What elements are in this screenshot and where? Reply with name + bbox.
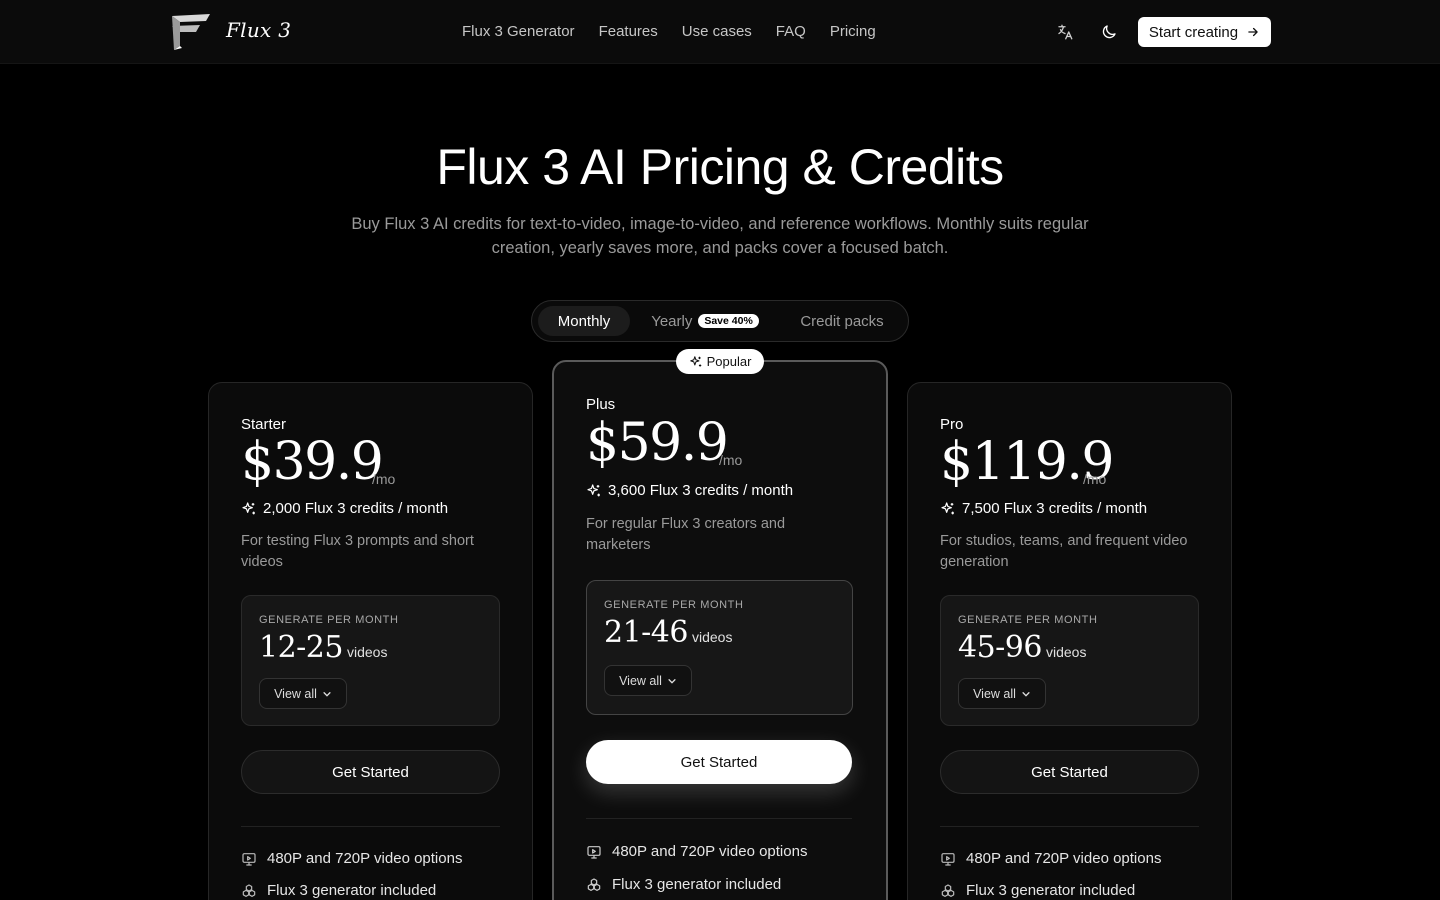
tab-monthly-label: Monthly	[557, 312, 611, 330]
view-all-label: View all	[973, 686, 1016, 701]
feature-text: Flux 3 generator included	[267, 882, 437, 899]
generate-label: GENERATE PER MONTH	[259, 614, 399, 626]
plan-price: $39.9	[241, 432, 384, 492]
tab-yearly-label: Yearly	[651, 312, 693, 330]
plan-description: For regular Flux 3 creators and marketer…	[586, 516, 786, 553]
cubes-icon	[941, 883, 955, 897]
generate-range-value: 12-25	[259, 630, 343, 665]
generate-range: 12-25 videos	[259, 630, 387, 665]
get-started-button[interactable]: Get Started	[241, 750, 500, 794]
plan-credits: 7,500 Flux 3 credits / month	[940, 500, 1147, 517]
tab-monthly[interactable]: Monthly	[538, 306, 630, 336]
generate-label: GENERATE PER MONTH	[958, 614, 1098, 626]
sparkle-icon	[242, 501, 255, 514]
popular-badge: Popular	[676, 349, 764, 374]
generate-range: 45-96 videos	[958, 630, 1086, 665]
brand-name[interactable]: Flux 3	[226, 18, 291, 42]
feature-item: Flux 3 generator included	[241, 882, 436, 899]
arrow-right-icon	[1248, 27, 1258, 37]
sparkle-icon	[587, 483, 600, 496]
get-started-button[interactable]: Get Started	[940, 750, 1199, 794]
get-started-button[interactable]: Get Started	[586, 740, 852, 784]
sparkle-icon	[941, 501, 954, 514]
language-button[interactable]	[1053, 20, 1077, 44]
plan-name: Pro	[940, 416, 964, 433]
plan-period: /mo	[1083, 471, 1107, 487]
plan-credits-text: 3,600 Flux 3 credits / month	[608, 482, 794, 499]
feature-text: 480P and 720P video options	[966, 850, 1162, 867]
view-all-button[interactable]: View all	[259, 678, 347, 709]
main-nav: Flux 3 Generator Features Use cases FAQ …	[462, 21, 876, 43]
nav-pricing[interactable]: Pricing	[830, 21, 876, 43]
feature-item: 480P and 720P video options	[241, 850, 462, 867]
site-header: Flux 3 Flux 3 Generator Features Use cas…	[0, 0, 1440, 64]
generate-per-month-box: GENERATE PER MONTH 21-46 videos View all	[586, 580, 853, 715]
flux-logo-icon	[172, 14, 210, 50]
tab-credit-packs[interactable]: Credit packs	[786, 306, 898, 336]
plan-period: /mo	[372, 471, 396, 487]
generate-unit: videos	[691, 629, 733, 645]
chevron-down-icon	[1022, 691, 1030, 697]
monitor-play-icon	[941, 852, 955, 866]
cubes-icon	[242, 883, 256, 897]
view-all-button[interactable]: View all	[958, 678, 1046, 709]
chevron-down-icon	[668, 678, 676, 684]
feature-text: Flux 3 generator included	[612, 876, 782, 893]
cubes-icon	[587, 877, 601, 891]
nav-flux3-generator[interactable]: Flux 3 Generator	[462, 21, 575, 43]
plan-price: $59.9	[586, 413, 729, 473]
feature-text: Flux 3 generator included	[966, 882, 1136, 899]
generate-range-value: 45-96	[958, 630, 1042, 665]
billing-toggle: Monthly Yearly Save 40% Credit packs	[531, 300, 909, 342]
logo[interactable]	[168, 12, 212, 52]
tab-yearly[interactable]: Yearly Save 40%	[640, 306, 770, 336]
page-subtitle: Buy Flux 3 AI credits for text-to-video,…	[351, 215, 1089, 257]
nav-use-cases[interactable]: Use cases	[682, 21, 752, 43]
moon-icon	[1102, 25, 1116, 39]
nav-features[interactable]: Features	[599, 21, 658, 43]
plan-description: For testing Flux 3 prompts and short vid…	[241, 533, 474, 570]
view-all-label: View all	[274, 686, 317, 701]
feature-text: 480P and 720P video options	[267, 850, 463, 867]
generate-per-month-box: GENERATE PER MONTH 45-96 videos View all	[940, 595, 1199, 726]
generate-unit: videos	[346, 644, 388, 660]
start-creating-label: Start creating	[1148, 23, 1239, 41]
generate-range: 21-46 videos	[604, 615, 732, 650]
plan-name: Starter	[241, 416, 287, 433]
view-all-button[interactable]: View all	[604, 665, 692, 696]
divider	[940, 826, 1199, 827]
save-badge: Save 40%	[698, 314, 759, 328]
page-title: Flux 3 AI Pricing & Credits	[436, 139, 1004, 195]
plan-credits-text: 7,500 Flux 3 credits / month	[962, 500, 1148, 517]
theme-toggle-button[interactable]	[1097, 20, 1121, 44]
feature-item: Flux 3 generator included	[940, 882, 1135, 899]
feature-item: 480P and 720P video options	[940, 850, 1161, 867]
generate-unit: videos	[1045, 644, 1087, 660]
chevron-down-icon	[323, 691, 331, 697]
feature-item: Flux 3 generator included	[586, 876, 781, 893]
divider	[241, 826, 500, 827]
sparkle-icon	[689, 355, 701, 367]
generate-label: GENERATE PER MONTH	[604, 599, 744, 611]
plan-description: For studios, teams, and frequent video g…	[940, 533, 1188, 570]
divider	[586, 818, 852, 819]
translate-icon	[1058, 24, 1073, 40]
monitor-play-icon	[242, 852, 256, 866]
start-creating-button[interactable]: Start creating	[1138, 17, 1271, 47]
nav-faq[interactable]: FAQ	[776, 21, 806, 43]
plan-credits: 2,000 Flux 3 credits / month	[241, 500, 448, 517]
generate-per-month-box: GENERATE PER MONTH 12-25 videos View all	[241, 595, 500, 726]
feature-text: 480P and 720P video options	[612, 843, 808, 860]
monitor-play-icon	[587, 845, 601, 859]
plan-name: Plus	[586, 396, 616, 413]
popular-label: Popular	[706, 354, 752, 369]
plan-credits: 3,600 Flux 3 credits / month	[586, 482, 793, 499]
view-all-label: View all	[619, 673, 662, 688]
feature-item: 480P and 720P video options	[586, 843, 807, 860]
plan-credits-text: 2,000 Flux 3 credits / month	[263, 500, 449, 517]
plan-period: /mo	[719, 452, 743, 468]
tab-credit-packs-label: Credit packs	[800, 312, 884, 330]
generate-range-value: 21-46	[604, 615, 688, 650]
